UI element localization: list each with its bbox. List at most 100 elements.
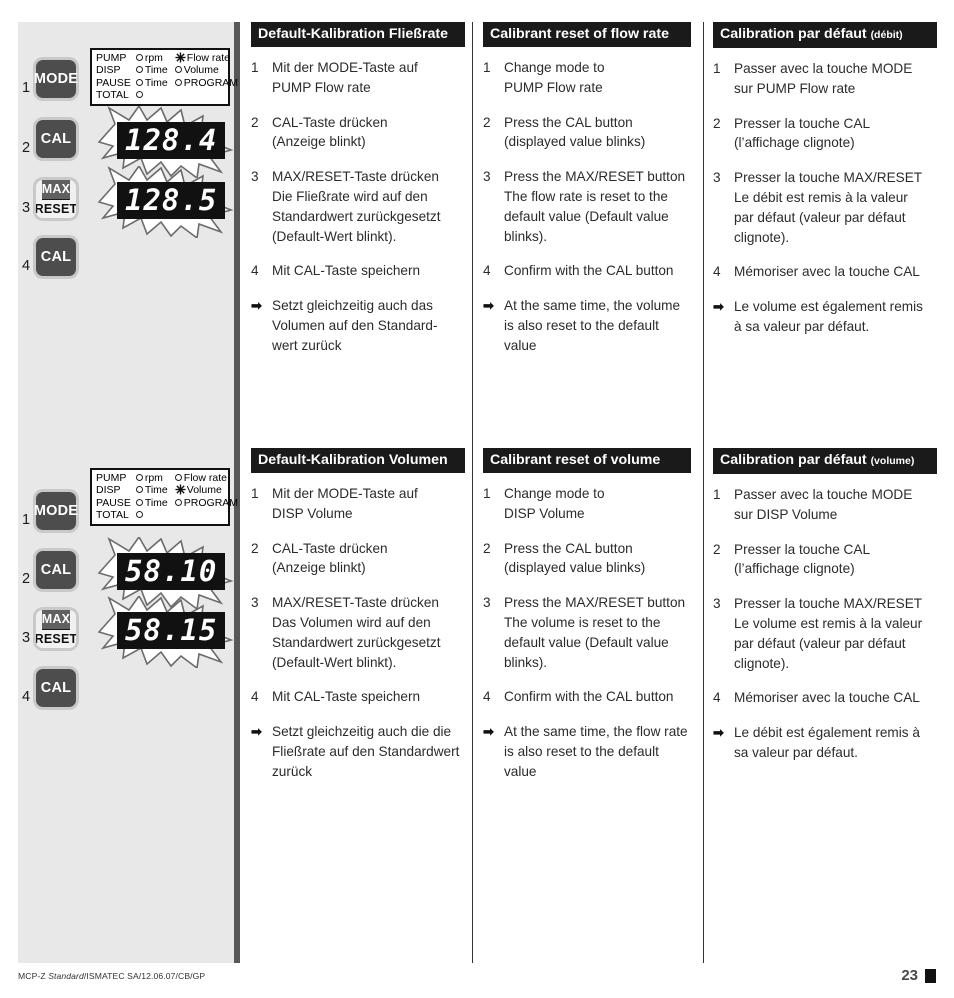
indicator-dot-icon	[135, 78, 143, 86]
step-marker: 4	[251, 263, 259, 279]
step-marker: 3	[483, 169, 491, 185]
mode-button[interactable]: MODE	[34, 492, 78, 530]
step-line: Fließrate auf den Standardwert	[272, 743, 460, 759]
step-line: Mit der MODE-Taste auf	[272, 60, 418, 75]
lcd-label: Flow rate	[183, 472, 227, 484]
cal-button[interactable]: CAL	[36, 120, 76, 158]
step-line: Confirm with the CAL button	[504, 689, 674, 705]
lcd-row: PUMP rpm Flow rate	[96, 472, 240, 484]
step-line: is also reset to the default value	[504, 743, 659, 779]
step-line: Standardwert zurückgesetzt	[272, 208, 441, 224]
sidebar-step-3-flowrate: 3 MAX RESET	[22, 180, 76, 218]
lcd-label: rpm	[144, 52, 163, 64]
step-marker: 2	[251, 540, 259, 556]
step-line: par défaut (valeur par défaut	[734, 209, 906, 225]
lcd-label: PROGRAM	[183, 496, 239, 509]
section-heading-flowrate-fr: Calibration par défaut (débit)	[713, 22, 937, 48]
step-line: MAX/RESET-Taste drücken	[272, 595, 439, 611]
sidebar-step-1-flowrate: 1 MODE	[22, 60, 78, 98]
step-line: default value (Default value	[504, 634, 669, 650]
step-line: Passer avec la touche MODE	[734, 487, 913, 502]
lcd-value: 58.10	[117, 553, 226, 590]
section-heading-volume-en: Calibrant reset of volume	[483, 448, 691, 473]
step-item-note: ➡ Setzt gleichzeitig auch das Volumen auf …	[251, 296, 465, 355]
indicator-dot-icon	[174, 78, 182, 86]
lcd-cell-rpm: rpm	[133, 472, 170, 484]
step-line: Die Fließrate wird auf den	[272, 188, 428, 204]
step-line: Press the CAL button	[504, 114, 633, 130]
mode-button[interactable]: MODE	[34, 60, 78, 98]
step-number: 4	[22, 688, 31, 705]
footer-suffix: /ISMATEC SA/12.06.07/CB/GP	[83, 971, 206, 981]
step-line: Standardwert zurückgesetzt	[272, 634, 441, 650]
sidebar-step-2-volume: 2 CAL	[22, 551, 76, 589]
indicator-dot-icon	[135, 486, 143, 494]
lcd-label: Time	[144, 484, 168, 497]
max-reset-button[interactable]: MAX RESET	[36, 180, 76, 218]
cal-confirm-button[interactable]: CAL	[36, 238, 76, 276]
footer-document-reference: MCP-Z Standard/ISMATEC SA/12.06.07/CB/GP	[18, 971, 205, 981]
lcd-mode-panel-volume: PUMP rpm Flow rate DISP Time Volume PAUS…	[90, 468, 238, 526]
step-body: Press the CAL button (displayed value bli…	[504, 113, 691, 153]
footer-page-indicator: 23	[901, 967, 936, 984]
step-body: Passer avec la touche MODE sur PUMP Flow …	[734, 59, 937, 99]
step-item: 4 Mit CAL-Taste speichern	[251, 261, 465, 281]
step-number: 3	[22, 199, 31, 216]
max-reset-button[interactable]: MAX RESET	[36, 610, 76, 648]
steps-list-flowrate-en: 1 Change mode to PUMP Flow rate 2 Press the…	[483, 58, 691, 356]
lcd-cell-rpm: rpm	[133, 52, 170, 64]
step-marker: 3	[251, 595, 259, 611]
step-body: Press the CAL button (displayed value bli…	[504, 539, 691, 579]
step-item: 3 Presser la touche MAX/RESET Le volume es…	[713, 594, 937, 673]
step-marker: 4	[483, 263, 491, 279]
lcd-cell-pause: PAUSE	[96, 496, 131, 509]
sidebar-step-4-volume: 4 CAL	[22, 669, 76, 707]
step-line: Le volume est également remis	[734, 299, 923, 315]
step-item-note: ➡ Setzt gleichzeitig auch die die Fließrat…	[251, 722, 465, 781]
lcd-cell-time: Time	[133, 484, 170, 496]
cal-button[interactable]: CAL	[36, 551, 76, 589]
lcd-cell-disp: DISP	[96, 484, 121, 497]
step-item: 1 Mit der MODE-Taste auf DISP Volume	[251, 484, 465, 524]
reset-label: RESET	[36, 629, 76, 648]
lcd-cell-pump: PUMP	[96, 472, 127, 484]
step-body: CAL-Taste drücken (Anzeige blinkt)	[272, 539, 465, 579]
step-item: 1 Passer avec la touche MODE sur PUMP Flow…	[713, 59, 937, 99]
step-line: Setzt gleichzeitig auch die die	[272, 724, 452, 740]
step-line: Le volume est remis à la valeur	[734, 615, 923, 631]
lcd-value: 58.15	[117, 612, 226, 649]
step-body: Confirm with the CAL button	[504, 687, 691, 707]
section-heading-volume-de: Default-Kalibration Volumen	[251, 448, 465, 473]
heading-text: Default-Kalibration Fließrate	[258, 26, 448, 42]
step-number: 3	[22, 629, 31, 646]
step-marker: 1	[483, 60, 491, 75]
step-item: 4 Confirm with the CAL button	[483, 687, 691, 707]
lcd-cell-program: PROGRAM	[170, 77, 240, 89]
step-number: 2	[22, 570, 31, 587]
step-line: Press the CAL button	[504, 540, 633, 556]
step-marker: 3	[713, 170, 721, 186]
column-english-volume: Calibrant reset of volume 1 Change mode t…	[483, 448, 691, 797]
lcd-row: TOTAL	[96, 89, 240, 101]
indicator-dot-icon	[135, 473, 143, 481]
lcd-row: PUMP rpm Flow rate	[96, 52, 240, 64]
step-body: Mit CAL-Taste speichern	[272, 687, 465, 707]
step-line: clignote).	[734, 229, 790, 245]
step-line: (Default-Wert blinkt).	[272, 228, 397, 244]
step-item: 3 MAX/RESET-Taste drücken Die Fließrate wi…	[251, 167, 465, 246]
step-marker: 4	[713, 264, 721, 280]
step-marker: 1	[483, 486, 491, 501]
lcd-cell-total: TOTAL	[96, 89, 129, 102]
step-body: Confirm with the CAL button	[504, 261, 691, 281]
step-line: PUMP Flow rate	[504, 79, 603, 95]
steps-list-flowrate-de: 1 Mit der MODE-Taste auf PUMP Flow rate 2C…	[251, 58, 465, 356]
lcd-cell-empty	[170, 509, 240, 521]
heading-text: Calibration par défaut	[720, 26, 871, 42]
cal-confirm-button[interactable]: CAL	[36, 669, 76, 707]
sidebar-step-2-flowrate: 2 CAL	[22, 120, 76, 158]
step-body: Change mode to DISP Volume	[504, 484, 691, 524]
step-line: wert zurück	[272, 337, 342, 353]
lcd-label: Volume	[186, 484, 222, 497]
lcd-label: Time	[144, 64, 168, 77]
max-label: MAX	[41, 180, 71, 200]
